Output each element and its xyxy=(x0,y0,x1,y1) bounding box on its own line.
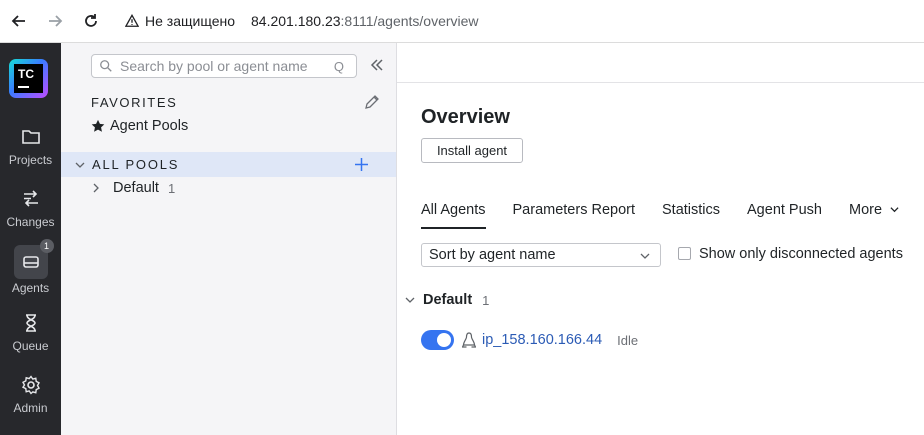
agent-name-link[interactable]: ip_158.160.166.44 xyxy=(482,332,602,348)
nav-admin[interactable]: Admin xyxy=(0,375,61,433)
agents-sidebar: Q FAVORITES Agent Pools ALL POOLS Defaul… xyxy=(61,43,397,435)
chevron-down-icon xyxy=(640,253,650,259)
tab-parameters-report[interactable]: Parameters Report xyxy=(513,202,636,229)
nav-queue[interactable]: Queue xyxy=(0,313,61,371)
hourglass-icon xyxy=(25,314,36,332)
star-icon xyxy=(91,119,105,132)
agents-icon xyxy=(22,256,39,268)
agent-row: ip_158.160.166.44 Idle xyxy=(421,330,638,350)
tab-all-agents[interactable]: All Agents xyxy=(421,202,486,229)
nav-agents[interactable]: 1 Agents xyxy=(0,239,61,303)
pool-count: 1 xyxy=(167,180,176,196)
pool-name: Default xyxy=(113,180,159,196)
chevron-down-icon xyxy=(75,162,85,168)
tab-bar: All Agents Parameters Report Statistics … xyxy=(421,202,899,229)
browser-toolbar: Не защищено 84.201.180.23:8111/agents/ov… xyxy=(0,0,924,43)
nav-projects[interactable]: Projects xyxy=(0,127,61,185)
pool-item-default[interactable]: Default 1 xyxy=(91,180,175,196)
reload-button[interactable] xyxy=(73,3,109,39)
search-icon xyxy=(100,60,112,72)
add-pool-icon[interactable] xyxy=(354,157,369,172)
favorite-agent-pools[interactable]: Agent Pools xyxy=(91,118,188,134)
content-header-strip xyxy=(397,43,924,83)
agent-enabled-toggle[interactable] xyxy=(421,330,454,350)
back-button[interactable] xyxy=(1,3,37,39)
main-navigation: TC Projects Changes 1 Agents Queue Admin xyxy=(0,43,61,435)
sort-value: Sort by agent name xyxy=(429,247,556,263)
nav-label: Projects xyxy=(8,153,53,167)
warning-icon xyxy=(125,14,139,27)
sort-select[interactable]: Sort by agent name xyxy=(421,243,661,267)
page-title: Overview xyxy=(421,106,510,128)
logo-mark: TC xyxy=(14,64,43,93)
folder-icon xyxy=(21,130,40,144)
disconnected-label[interactable]: Show only disconnected agents xyxy=(699,246,903,262)
tab-more-label: More xyxy=(849,202,883,218)
collapse-sidebar-icon[interactable] xyxy=(369,57,385,73)
security-label: Не защищено xyxy=(145,13,235,29)
tab-agent-push[interactable]: Agent Push xyxy=(747,202,822,229)
linux-icon xyxy=(462,332,476,348)
reload-icon xyxy=(85,14,97,27)
favorites-heading: FAVORITES xyxy=(91,95,178,110)
chevron-right-icon xyxy=(93,183,99,193)
nav-label: Queue xyxy=(12,339,49,353)
security-indicator[interactable]: Не защищено xyxy=(125,13,235,29)
favorite-label: Agent Pools xyxy=(110,118,189,134)
search-input[interactable] xyxy=(120,58,320,74)
url-path: :8111/agents/overview xyxy=(340,13,479,29)
agents-icon-wrap: 1 xyxy=(13,239,54,279)
agent-group-default[interactable]: Default 1 xyxy=(405,292,489,308)
chevron-down-icon xyxy=(890,207,899,213)
tab-statistics[interactable]: Statistics xyxy=(662,202,720,229)
agents-badge: 1 xyxy=(39,239,54,253)
url-host: 84.201.180.23 xyxy=(251,13,341,29)
gear-icon xyxy=(21,375,40,395)
tab-more[interactable]: More xyxy=(849,202,899,229)
group-count: 1 xyxy=(482,292,490,308)
edit-favorites-icon[interactable] xyxy=(364,94,380,110)
install-agent-button[interactable]: Install agent xyxy=(421,138,523,163)
teamcity-logo[interactable]: TC xyxy=(9,59,48,98)
nav-label: Admin xyxy=(13,401,48,415)
chevron-down-icon xyxy=(405,297,415,303)
search-field[interactable]: Q xyxy=(91,54,357,78)
address-bar[interactable]: 84.201.180.23:8111/agents/overview xyxy=(251,13,479,29)
nav-label: Changes xyxy=(6,215,55,229)
arrow-right-icon xyxy=(49,15,63,27)
nav-changes[interactable]: Changes xyxy=(0,189,61,247)
arrow-left-icon xyxy=(11,15,25,27)
nav-label: Agents xyxy=(11,281,50,295)
group-name: Default xyxy=(423,292,473,308)
forward-button[interactable] xyxy=(37,3,73,39)
agent-status: Idle xyxy=(617,332,639,348)
disconnected-checkbox[interactable] xyxy=(678,247,691,260)
changes-icon xyxy=(23,190,38,207)
logo-text: TC xyxy=(18,67,34,81)
all-pools-row[interactable]: ALL POOLS xyxy=(61,152,396,177)
search-shortcut-hint: Q xyxy=(333,59,344,74)
all-pools-heading: ALL POOLS xyxy=(92,157,180,172)
